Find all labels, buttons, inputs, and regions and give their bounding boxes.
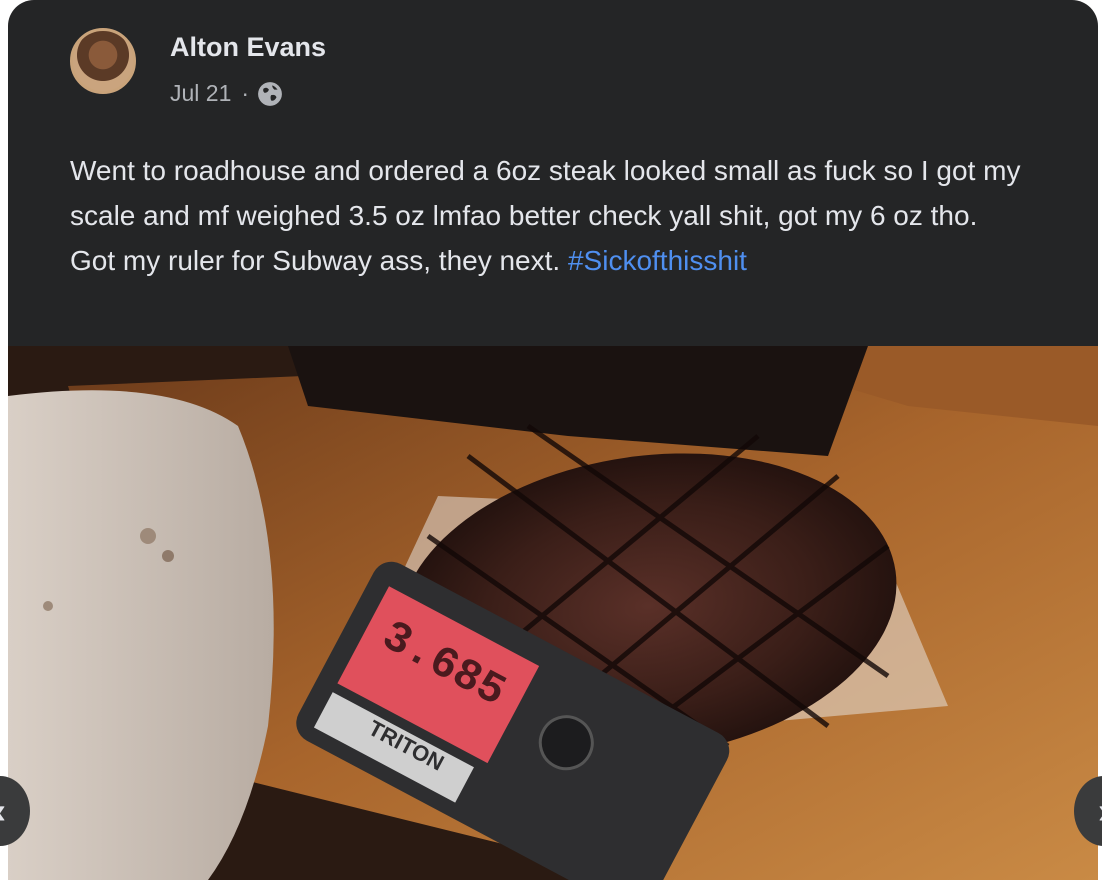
- post-photo[interactable]: TRITON 3.685: [8, 346, 1098, 880]
- chevron-left-icon: ‹: [0, 790, 6, 832]
- post-body: Went to roadhouse and ordered a 6oz stea…: [70, 148, 1030, 283]
- hashtag-link[interactable]: #Sickofthisshit: [568, 245, 747, 276]
- post-meta: Jul 21 ·: [170, 80, 283, 107]
- avatar[interactable]: [70, 28, 136, 94]
- chevron-right-icon: ›: [1098, 790, 1102, 832]
- post-date[interactable]: Jul 21: [170, 80, 231, 107]
- globe-icon[interactable]: [257, 81, 283, 107]
- meta-separator: ·: [241, 80, 250, 106]
- author-name[interactable]: Alton Evans: [170, 32, 326, 63]
- post-card: Alton Evans Jul 21 · Went to roadhouse a…: [8, 0, 1098, 880]
- post-text: Went to roadhouse and ordered a 6oz stea…: [70, 155, 1021, 276]
